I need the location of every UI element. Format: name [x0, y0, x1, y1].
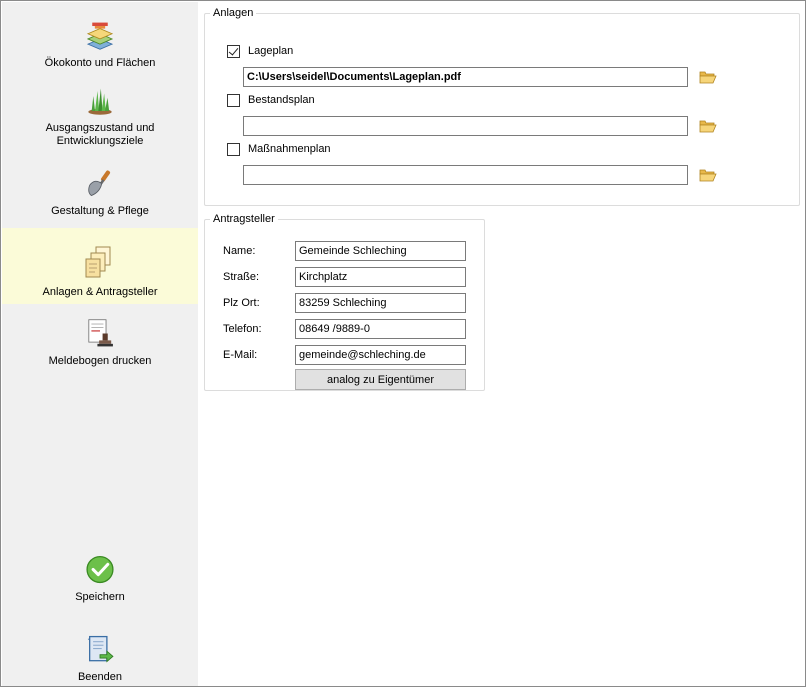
save-button[interactable]: Speichern	[2, 554, 198, 604]
main-panel: Anlagen Lageplan C:\Users\seidel\Documen…	[198, 2, 805, 686]
folder-open-icon[interactable]	[699, 70, 717, 84]
bestandsplan-path-field[interactable]	[243, 116, 688, 136]
exit-book-icon	[87, 635, 114, 663]
grass-icon	[88, 88, 112, 115]
zip-city-field[interactable]: 83259 Schleching	[295, 293, 466, 313]
massnahmenplan-path-field[interactable]	[243, 165, 688, 185]
street-label: Straße:	[223, 271, 260, 283]
sidebar-item-ausgangszustand[interactable]: Ausgangszustand und Entwicklungsziele	[2, 86, 198, 148]
copy-from-owner-button[interactable]: analog zu Eigentümer	[295, 369, 466, 390]
sidebar-item-oekokonto[interactable]: Ökokonto und Flächen	[2, 20, 198, 70]
exit-button[interactable]: Beenden	[2, 634, 198, 684]
checkbox-box[interactable]	[227, 93, 240, 107]
checkmark-icon	[86, 555, 114, 584]
anlagen-legend: Anlagen	[213, 7, 254, 19]
checkbox-box[interactable]	[227, 44, 240, 58]
checkbox-box[interactable]	[227, 142, 240, 156]
documents-icon	[85, 246, 111, 278]
stamp-document-icon	[88, 319, 113, 347]
zip-city-label: Plz Ort:	[223, 297, 260, 309]
sidebar-item-label: Gestaltung & Pflege	[51, 205, 149, 217]
exit-label: Beenden	[77, 671, 123, 683]
lageplan-checkbox[interactable]: Lageplan	[227, 43, 293, 59]
phone-label: Telefon:	[223, 323, 262, 335]
email-label: E-Mail:	[223, 349, 258, 361]
street-field[interactable]: Kirchplatz	[295, 267, 466, 287]
lageplan-path-field[interactable]: C:\Users\seidel\Documents\Lageplan.pdf	[243, 67, 688, 87]
folder-open-icon[interactable]	[699, 119, 717, 133]
save-label: Speichern	[75, 591, 125, 603]
antragsteller-group: Antragsteller Name: Gemeinde Schleching …	[204, 213, 485, 391]
massnahmenplan-label: Maßnahmenplan	[248, 143, 331, 155]
trowel-icon	[88, 170, 111, 197]
application-window: Ökokonto und Flächen Ausgangszustand und…	[0, 0, 806, 687]
folder-open-icon[interactable]	[699, 168, 717, 182]
bestandsplan-label: Bestandsplan	[248, 94, 315, 106]
sidebar-item-label: Anlagen & Antragsteller	[42, 286, 158, 298]
lageplan-label: Lageplan	[248, 45, 294, 57]
name-label: Name:	[223, 245, 256, 257]
sidebar-item-meldebogen[interactable]: Meldebogen drucken	[2, 318, 198, 368]
email-field[interactable]: gemeinde@schleching.de	[295, 345, 466, 365]
phone-field[interactable]: 08649 /9889-0	[295, 319, 466, 339]
sidebar-item-gestaltung[interactable]: Gestaltung & Pflege	[2, 168, 198, 218]
sidebar-item-anlagen[interactable]: Anlagen & Antragsteller	[2, 228, 198, 304]
layered-map-icon	[86, 22, 114, 50]
sidebar-item-label: Ausgangszustand und Entwicklungsziele	[45, 122, 155, 147]
anlagen-group: Anlagen Lageplan C:\Users\seidel\Documen…	[204, 7, 800, 206]
sidebar-item-label: Ökokonto und Flächen	[44, 57, 156, 69]
bestandsplan-checkbox[interactable]: Bestandsplan	[227, 92, 315, 108]
massnahmenplan-checkbox[interactable]: Maßnahmenplan	[227, 141, 331, 157]
antragsteller-legend: Antragsteller	[213, 213, 275, 225]
sidebar: Ökokonto und Flächen Ausgangszustand und…	[2, 2, 198, 686]
sidebar-item-label: Meldebogen drucken	[48, 355, 152, 367]
name-field[interactable]: Gemeinde Schleching	[295, 241, 466, 261]
